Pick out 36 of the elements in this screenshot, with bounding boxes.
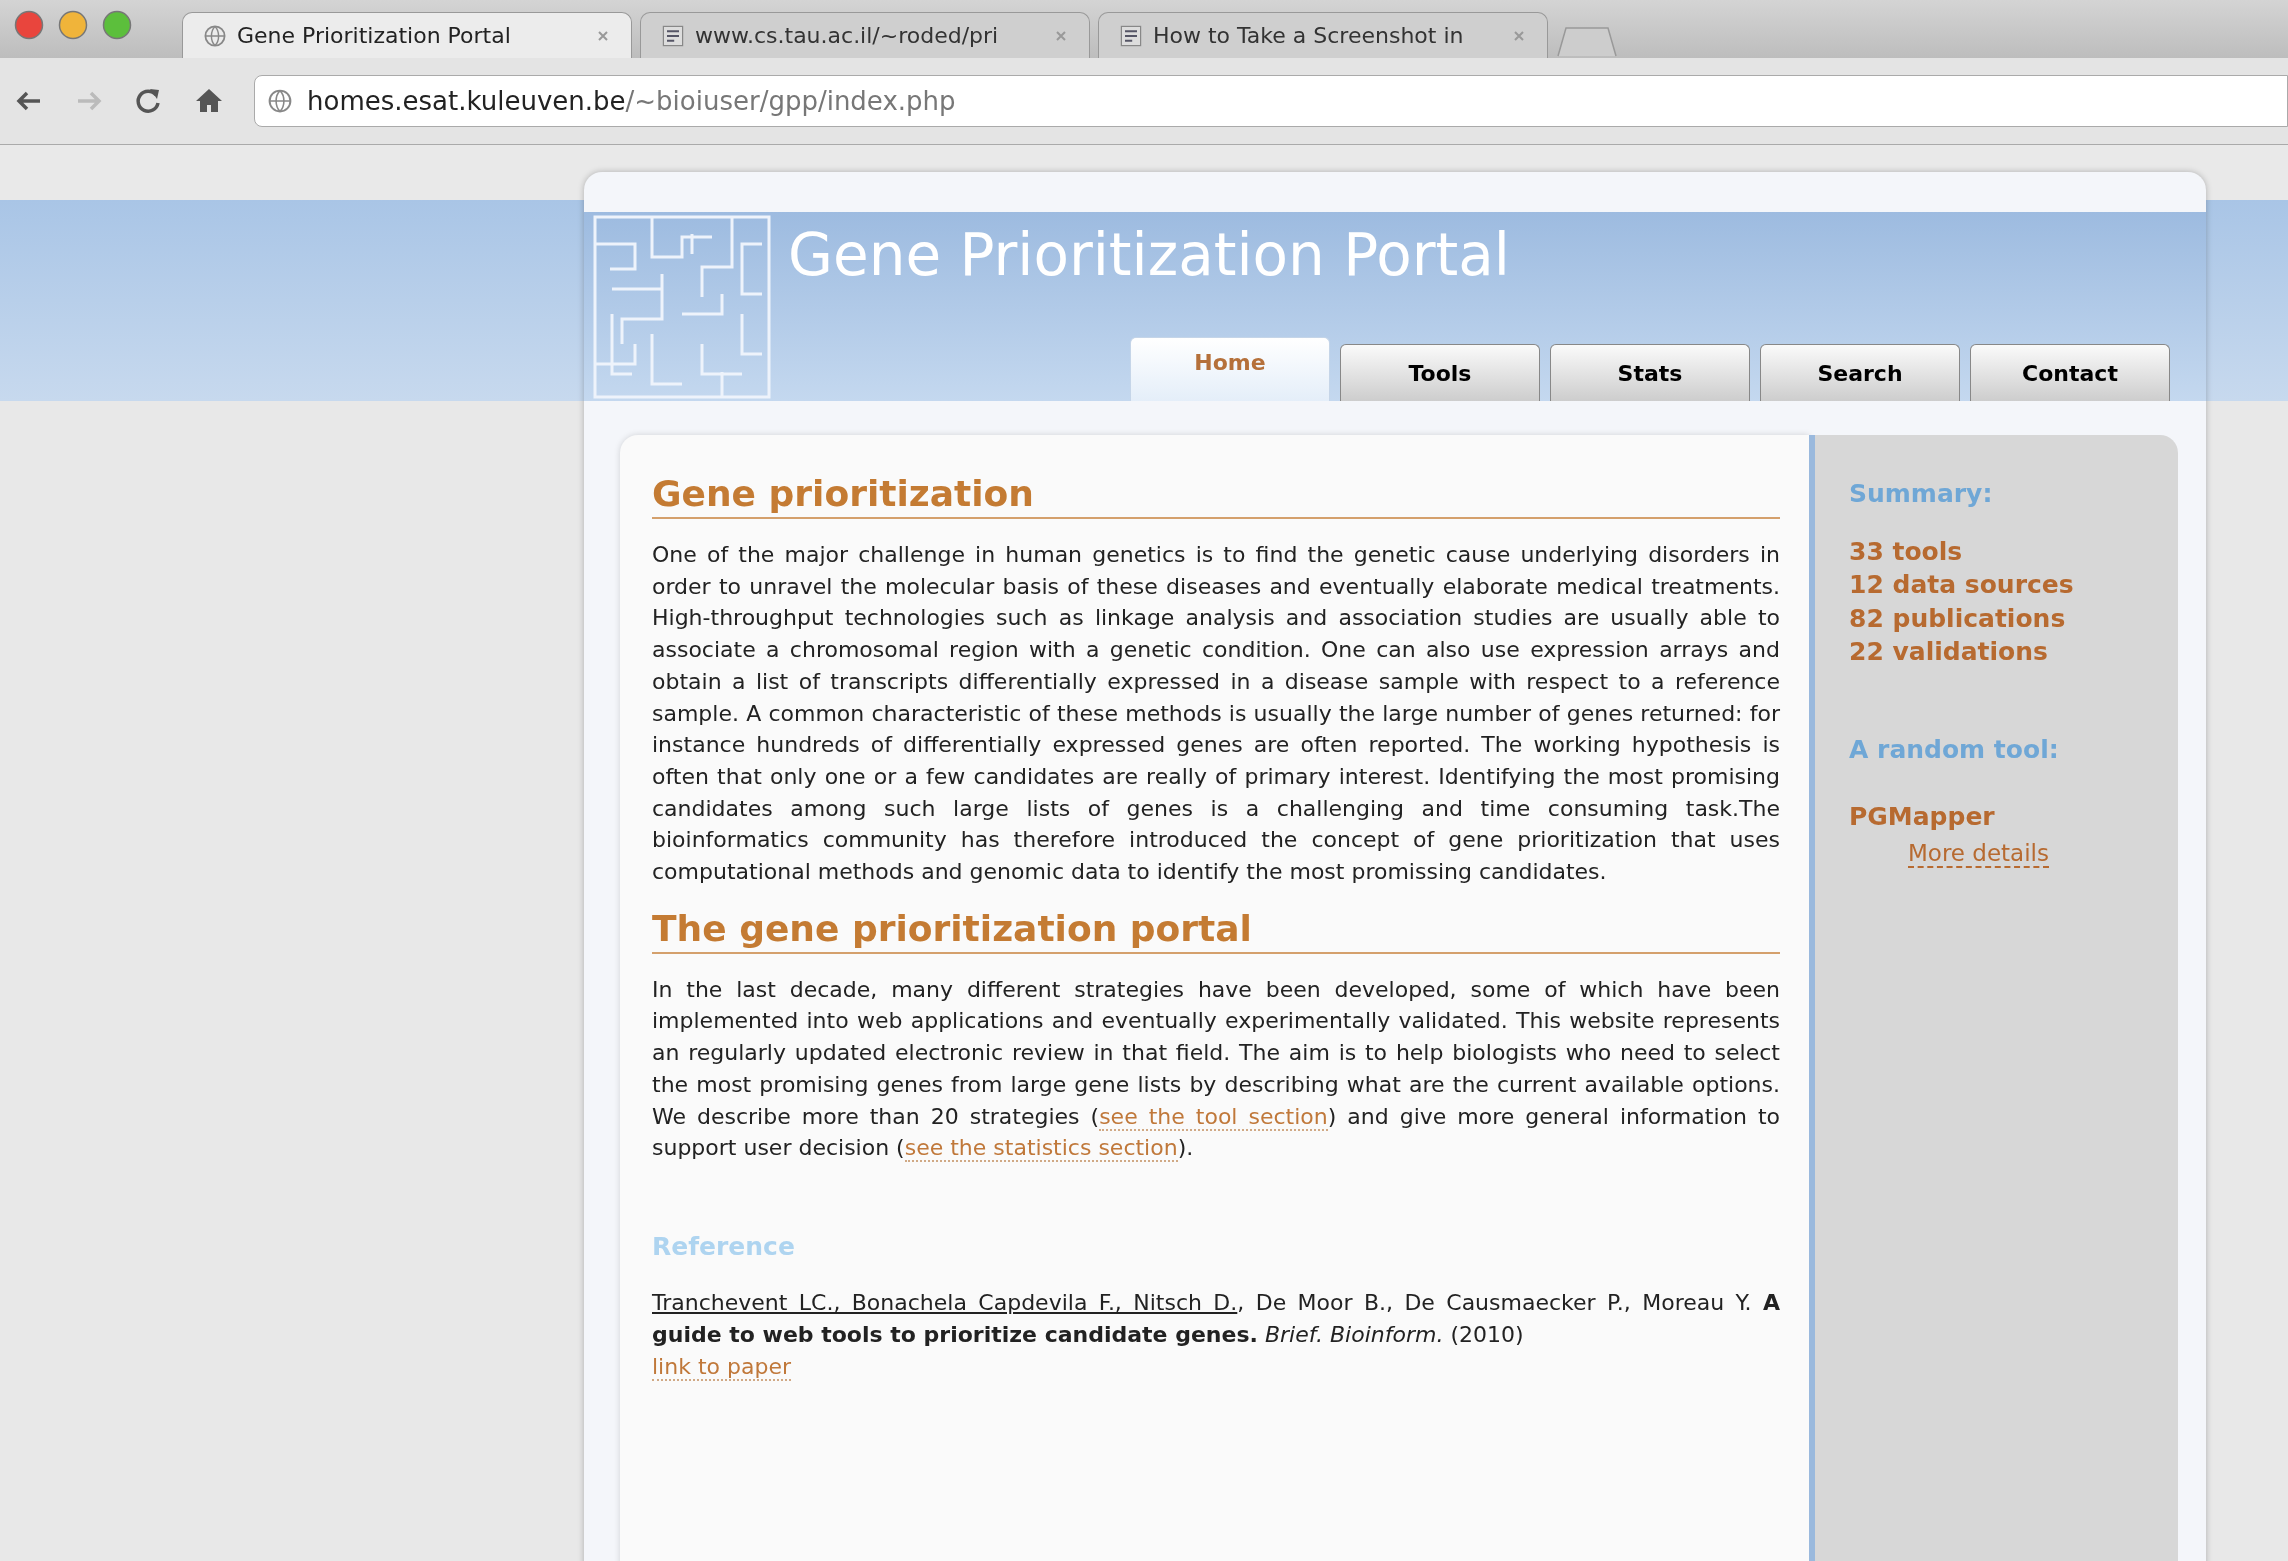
- stat-text: 22 validations: [1849, 636, 2049, 668]
- paragraph: In the last decade, many different strategies have been developed, some of which have been implemented into web applications and eventually experimentally validated. This website represents an regularly updated electronic review in that field. The aim is to help biologists who need to select the most promising genes from large gene lists by describing what are the current available options. We describe more than 20 strategies (see the tool section) and give more general information to support user decision (see the statistics section).: [652, 975, 1780, 1164]
- nav-tab[interactable]: Contact: [1970, 344, 2170, 401]
- favicon-icon: [1119, 23, 1143, 48]
- reference-heading: Reference: [652, 1230, 796, 1263]
- tool-name: PGMapper: [1849, 801, 1996, 833]
- browser-tab[interactable]: How to Take a Screenshot in: [1098, 12, 1548, 58]
- paragraph: One of the major challenge in human genetics is to find the genetic cause underlying disorders in order to unravel the molecular basis of these diseases and eventually elaborate medical treatments. High-throughput technologies such as linkage analysis and association studies are usually able to associate a chromosomal region with a genetic condition. One can also use expression arrays and obtain a list of transcripts differentially expressed in a disease sample with respect to a reference sample. A common characteristic of these methods is usually the large number of genes returned: for instance hundreds of differentially expressed genes are often reported. The working hypothesis is often that only one or a few candidates are really of primary interest. Identifying the most promising candidates among such large lists of genes is a challenging and time consuming task.The bioinformatics community has therefore introduced the concept of gene prioritization that uses computational methods and genomic data to identify the most promissing candidates.: [652, 541, 1780, 887]
- close-window-icon[interactable]: [14, 10, 44, 40]
- address-bar[interactable]: homes.esat.kuleuven.be/~bioiuser/gpp/index.php: [254, 75, 2288, 127]
- favicon-icon: [661, 23, 685, 48]
- nav-tab[interactable]: Home: [1130, 337, 1330, 401]
- sidebar-heading: Summary:: [1849, 478, 1994, 510]
- section-heading: Gene prioritization: [652, 471, 1780, 519]
- tab-title: Gene Prioritization Portal: [237, 22, 511, 50]
- paragraph: Tranchevent LC., Bonachela Capdevila F., Nitsch D., De Moor B., De Causmaecker P., Moreau Y. A guide to web tools to prioritize candidate genes. Brief. Bioinform. (2010): [652, 1289, 1780, 1350]
- globe-icon: [203, 23, 227, 48]
- tab-title: How to Take a Screenshot in: [1153, 22, 1464, 50]
- globe-icon: [267, 88, 293, 114]
- nav-tab[interactable]: Search: [1760, 344, 1960, 401]
- tab-title: www.cs.tau.ac.il/~roded/pri: [695, 22, 999, 50]
- minimize-window-icon[interactable]: [58, 10, 88, 40]
- browser-tab[interactable]: www.cs.tau.ac.il/~roded/pri: [640, 12, 1090, 58]
- stat-text: 33 tools: [1849, 535, 1964, 568]
- site-title: Gene Prioritization Portal: [788, 226, 1511, 284]
- stat-text: 82 publications: [1849, 602, 2067, 635]
- url-text: homes.esat.kuleuven.be/~bioiuser/gpp/index.php: [307, 84, 956, 118]
- nav-tab[interactable]: Tools: [1340, 344, 1540, 401]
- zoom-window-icon[interactable]: [102, 10, 132, 40]
- stat-text: 12 data sources: [1849, 569, 2075, 601]
- nav-tab[interactable]: Stats: [1550, 344, 1750, 401]
- author-link[interactable]: Tranchevent LC., Bonachela Capdevila F., Nitsch D.: [652, 1290, 1238, 1316]
- new-tab-button[interactable]: [1556, 26, 1618, 58]
- section-heading: The gene prioritization portal: [652, 905, 1780, 954]
- sidebar-heading: A random tool:: [1849, 733, 2060, 766]
- browser-tab[interactable]: Gene Prioritization Portal: [182, 12, 632, 58]
